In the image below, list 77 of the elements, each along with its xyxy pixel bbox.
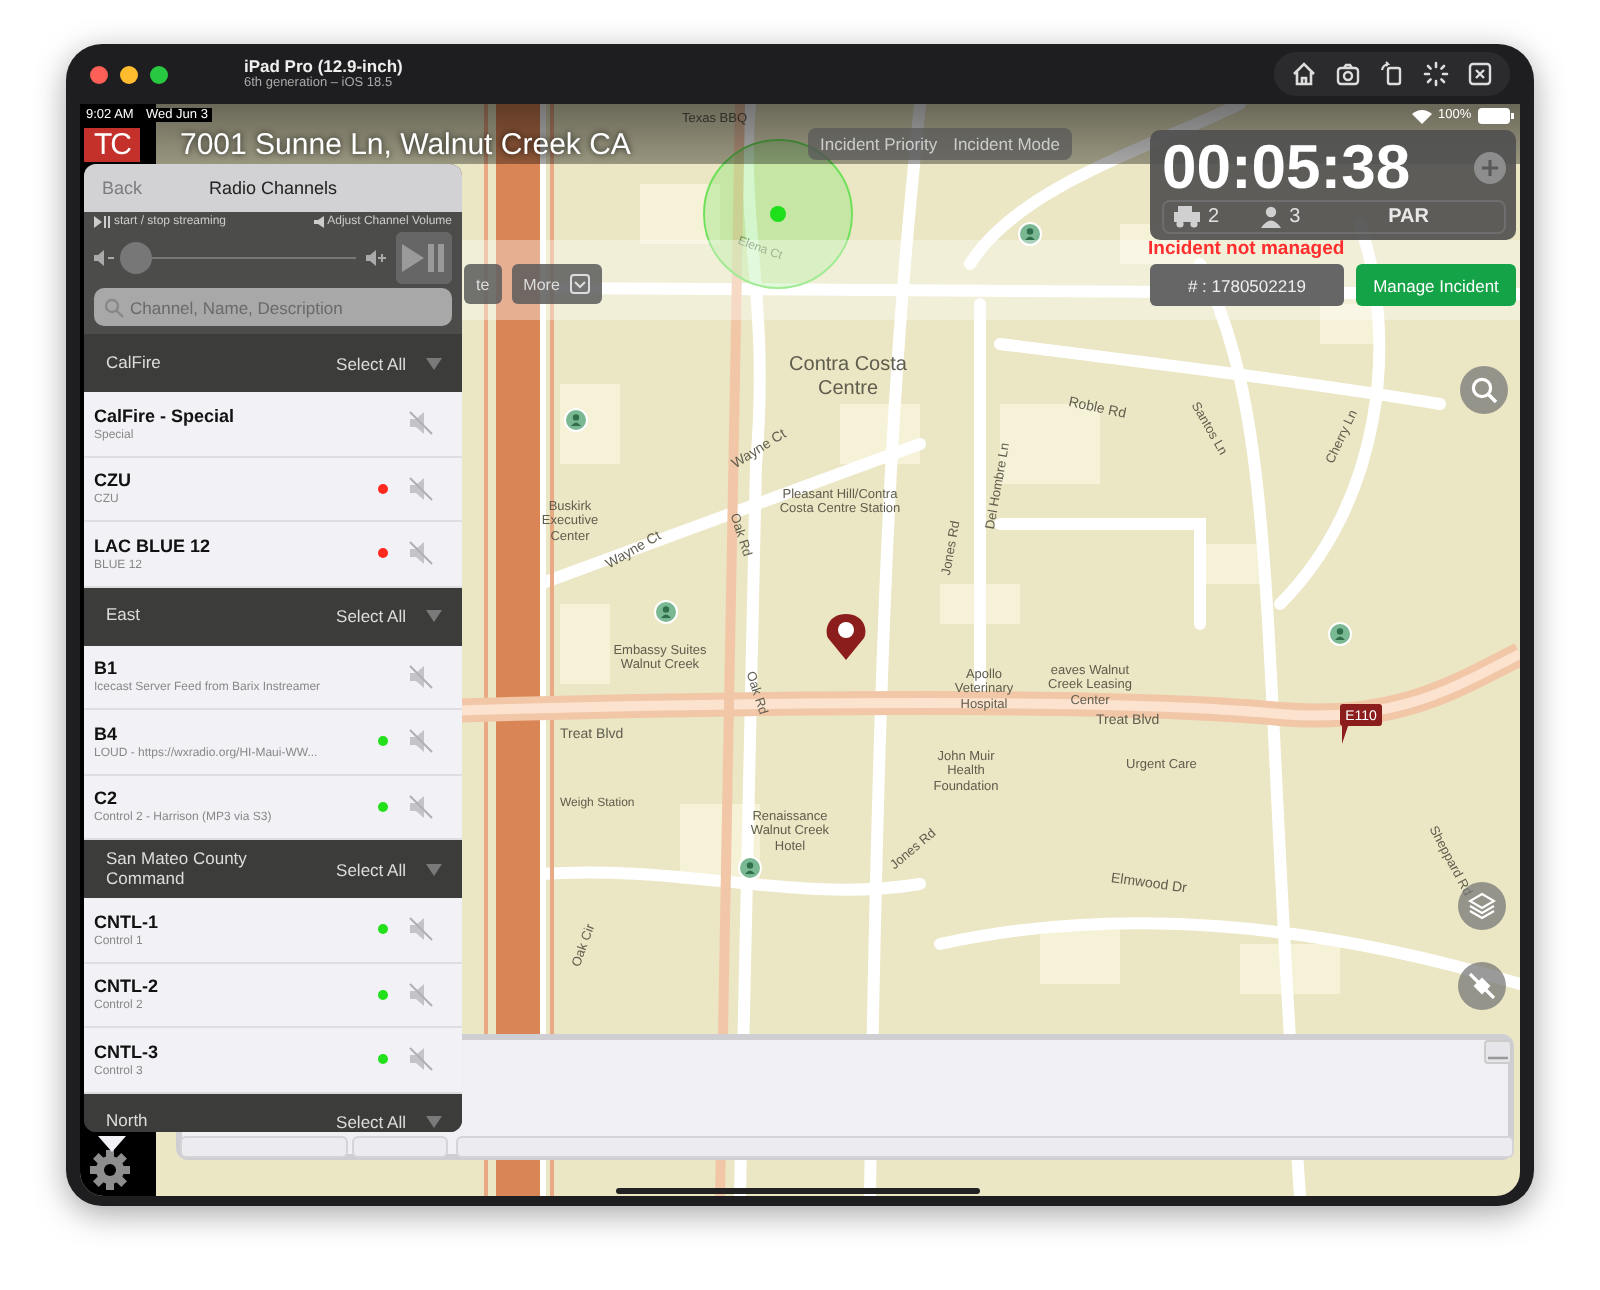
channel-name: B4: [94, 723, 120, 744]
caret-icon[interactable]: [426, 610, 442, 622]
select-all-button[interactable]: Select All: [336, 859, 406, 879]
incident-option-button[interactable]: Incident Priority: [816, 130, 942, 158]
incident-status: Incident not managed: [1148, 238, 1345, 260]
satellite-off-icon: [1468, 972, 1496, 1000]
volume-down-icon: [94, 250, 114, 266]
layers-icon: [1468, 892, 1496, 920]
search-icon: [1470, 376, 1498, 404]
rotate-icon[interactable]: [1378, 60, 1406, 88]
window-title: iPad Pro (12.9-inch): [244, 57, 403, 76]
muted-speaker-icon[interactable]: [408, 475, 434, 502]
toolbar-button[interactable]: te: [464, 264, 502, 304]
popover-arrow-icon: [98, 1136, 126, 1152]
screenshot-icon[interactable]: [1334, 60, 1362, 88]
play-pause-icon: [402, 244, 446, 272]
toolbar-button[interactable]: More: [511, 264, 602, 304]
panel-title: Radio Channels: [208, 178, 338, 198]
muted-speaker-icon[interactable]: [408, 916, 434, 943]
channel-name: CalFire - Special: [94, 405, 237, 426]
channel-name: CNTL-1: [94, 911, 160, 932]
dropdown-icon: [569, 274, 590, 294]
map-label: Contra Costa Centre: [787, 354, 909, 400]
unit-badge[interactable]: [1340, 704, 1382, 744]
channel-name: B1: [94, 658, 120, 679]
incident-address: 7001 Sunne Ln, Walnut Creek CA: [180, 128, 631, 162]
muted-speaker-icon[interactable]: [408, 981, 434, 1008]
channel-name: CNTL-3: [94, 1041, 160, 1062]
personnel-count: 3: [1289, 206, 1301, 228]
caret-icon[interactable]: [426, 357, 442, 369]
group-name: East: [106, 606, 143, 626]
search-field[interactable]: Channel, Name, Description: [94, 288, 452, 326]
volume-up-icon: [366, 250, 386, 266]
play-pause-icon: [94, 216, 110, 228]
caret-icon[interactable]: [426, 1116, 442, 1128]
muted-speaker-icon[interactable]: [408, 1046, 434, 1073]
volume-thumb[interactable]: [119, 242, 152, 274]
group-name: CalFire: [106, 353, 163, 373]
speaker-icon: [313, 216, 324, 228]
fire-truck-icon: [1174, 206, 1200, 228]
close-screen-icon[interactable]: [1466, 60, 1494, 88]
channel-name: CNTL-2: [94, 976, 160, 997]
group-name: San Mateo County Command: [106, 849, 249, 889]
home-icon[interactable]: [1290, 60, 1318, 88]
muted-speaker-icon[interactable]: [408, 540, 434, 567]
brightness-icon[interactable]: [1422, 60, 1450, 88]
battery-icon: [1478, 108, 1514, 124]
muted-speaker-icon[interactable]: [408, 663, 434, 690]
group-name: North: [106, 1112, 150, 1132]
app-logo[interactable]: TC: [84, 128, 140, 162]
muted-speaker-icon[interactable]: [408, 410, 434, 437]
settings-icon[interactable]: [88, 1148, 132, 1192]
channel-name: CZU: [94, 470, 133, 491]
caret-icon[interactable]: [426, 863, 442, 875]
person-icon: [1259, 206, 1282, 228]
select-all-button[interactable]: Select All: [336, 606, 406, 626]
elapsed-timer: 00:05:38: [1162, 136, 1411, 200]
select-all-button[interactable]: Select All: [336, 1112, 406, 1132]
channel-name: C2: [94, 788, 120, 809]
location-pin-icon[interactable]: [826, 614, 866, 660]
add-icon[interactable]: [1474, 152, 1506, 184]
vehicle-count: 2: [1208, 206, 1220, 228]
channel-group-header[interactable]: North Select All: [84, 1093, 462, 1132]
wifi-icon: [1412, 108, 1432, 124]
play-pause-button[interactable]: [396, 232, 452, 284]
minimize-window-button[interactable]: [120, 65, 138, 83]
zoom-window-button[interactable]: [150, 65, 168, 83]
muted-speaker-icon[interactable]: [408, 793, 434, 820]
par-label: PAR: [1388, 206, 1429, 228]
minimize-panel-button[interactable]: [1484, 1040, 1512, 1064]
close-window-button[interactable]: [90, 65, 108, 83]
incident-number-button[interactable]: # : 1780502219: [1150, 264, 1344, 306]
select-all-button[interactable]: Select All: [336, 353, 406, 373]
channel-name: LAC BLUE 12: [94, 535, 213, 556]
muted-speaker-icon[interactable]: [408, 728, 434, 755]
search-icon: [104, 298, 124, 318]
incident-option-button[interactable]: Incident Mode: [949, 130, 1064, 158]
